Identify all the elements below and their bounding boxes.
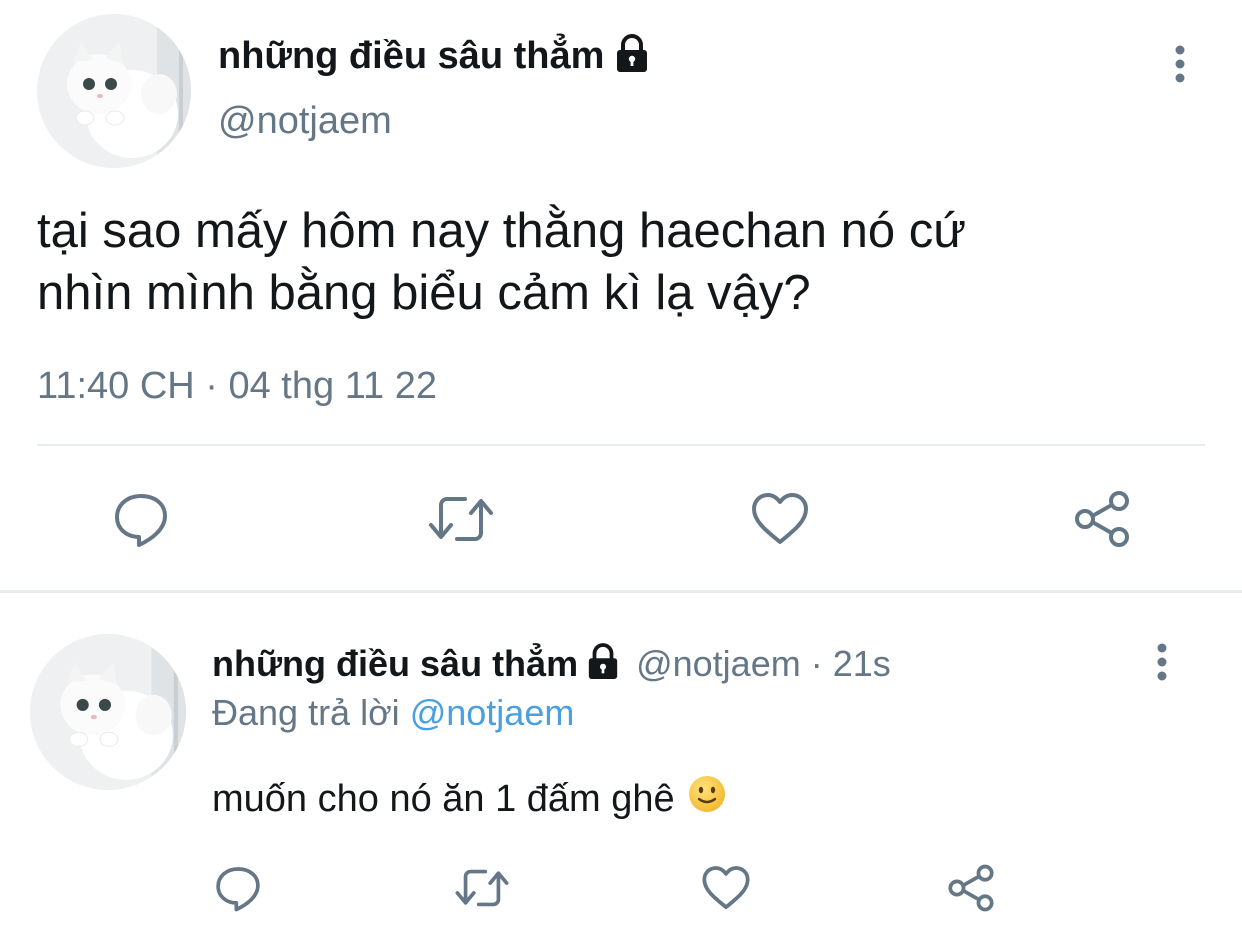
section-divider (0, 590, 1242, 593)
replying-to-row: Đang trả lời @notjaem (212, 692, 574, 734)
retweet-icon (429, 497, 493, 541)
reply-avatar[interactable] (30, 634, 186, 790)
main-tweet-text-line2: nhìn mình bằng biểu cảm kì lạ vậy? (37, 266, 811, 320)
main-handle[interactable]: @notjaem (218, 100, 392, 143)
heart-icon (702, 866, 750, 910)
reply-retweet-button[interactable] (452, 862, 512, 914)
cat-avatar-image (30, 634, 186, 790)
heart-icon (752, 493, 808, 544)
reply-more-button[interactable] (1142, 640, 1182, 684)
retweet-icon (455, 869, 509, 907)
reply-like-button[interactable] (698, 862, 754, 914)
slightly-smiling-emoji-icon: 🙂 (687, 774, 727, 824)
main-more-button[interactable] (1160, 42, 1200, 86)
main-display-name[interactable]: những điều sâu thẳm (218, 35, 604, 78)
main-like-button[interactable] (748, 488, 812, 550)
reply-icon (115, 494, 167, 547)
main-share-button[interactable] (1070, 488, 1134, 550)
reply-tweet-text: muốn cho nó ăn 1 đấm ghê (212, 777, 675, 820)
more-vertical-icon (1175, 45, 1185, 83)
main-divider (37, 444, 1205, 446)
share-icon (1075, 491, 1129, 547)
main-avatar[interactable] (37, 14, 191, 168)
replying-to-link[interactable]: @notjaem (410, 692, 575, 733)
reply-icon (216, 867, 260, 912)
share-icon (948, 864, 994, 912)
replying-prefix: Đang trả lời (212, 692, 400, 733)
main-tweet-text: tại sao mấy hôm nay thằng haechan nó cứ … (37, 200, 966, 324)
reply-reply-button[interactable] (212, 862, 264, 914)
main-tweet-text-line1: tại sao mấy hôm nay thằng haechan nó cứ (37, 204, 966, 258)
main-reply-button[interactable] (110, 488, 172, 550)
lock-icon (586, 642, 620, 686)
main-retweet-button[interactable] (426, 488, 496, 550)
reply-tweet-text-row: muốn cho nó ăn 1 đấm ghê 🙂 (212, 774, 727, 824)
reply-handle-time[interactable]: @notjaem · 21s (636, 643, 891, 685)
reply-share-button[interactable] (944, 862, 998, 914)
reply-display-name[interactable]: những điều sâu thẳm (212, 643, 578, 685)
cat-avatar-image (37, 14, 191, 168)
main-display-name-row: những điều sâu thẳm (218, 32, 650, 80)
main-timestamp[interactable]: 11:40 CH · 04 thg 11 22 (37, 365, 437, 408)
more-vertical-icon (1157, 643, 1167, 681)
lock-icon (614, 33, 650, 79)
reply-header-row: những điều sâu thẳm @notjaem · 21s (212, 640, 891, 688)
